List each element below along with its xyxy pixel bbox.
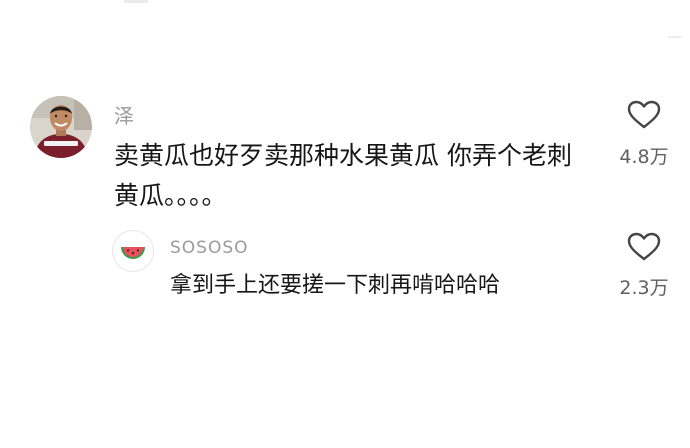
like-count: 2.3万 xyxy=(619,277,669,299)
user-avatar[interactable] xyxy=(112,230,154,272)
username[interactable]: SOSOSO xyxy=(170,238,249,258)
username[interactable]: 泽 xyxy=(114,100,134,129)
comment-text: 拿到手上还要搓一下刺再啃哈哈哈 xyxy=(170,273,501,298)
comment-section: 泽 卖黄瓜也好歹卖那种水果黄瓜 你弄个老刺黄瓜。。。。 4.8万 SOSOSO … xyxy=(0,0,690,448)
reply-item: SOSOSO 拿到手上还要搓一下刺再啃哈哈哈 2.3万 xyxy=(0,210,690,320)
heart-icon[interactable] xyxy=(627,232,661,262)
heart-icon[interactable] xyxy=(627,100,661,130)
watermelon-icon xyxy=(121,247,145,259)
user-avatar[interactable] xyxy=(30,96,92,158)
comment-text: 卖黄瓜也好歹卖那种水果黄瓜 你弄个老刺黄瓜。。。。 xyxy=(114,141,572,210)
like-count: 4.8万 xyxy=(619,146,669,168)
person-photo-icon xyxy=(30,96,92,158)
comment-item: 泽 卖黄瓜也好歹卖那种水果黄瓜 你弄个老刺黄瓜。。。。 4.8万 xyxy=(0,0,690,210)
